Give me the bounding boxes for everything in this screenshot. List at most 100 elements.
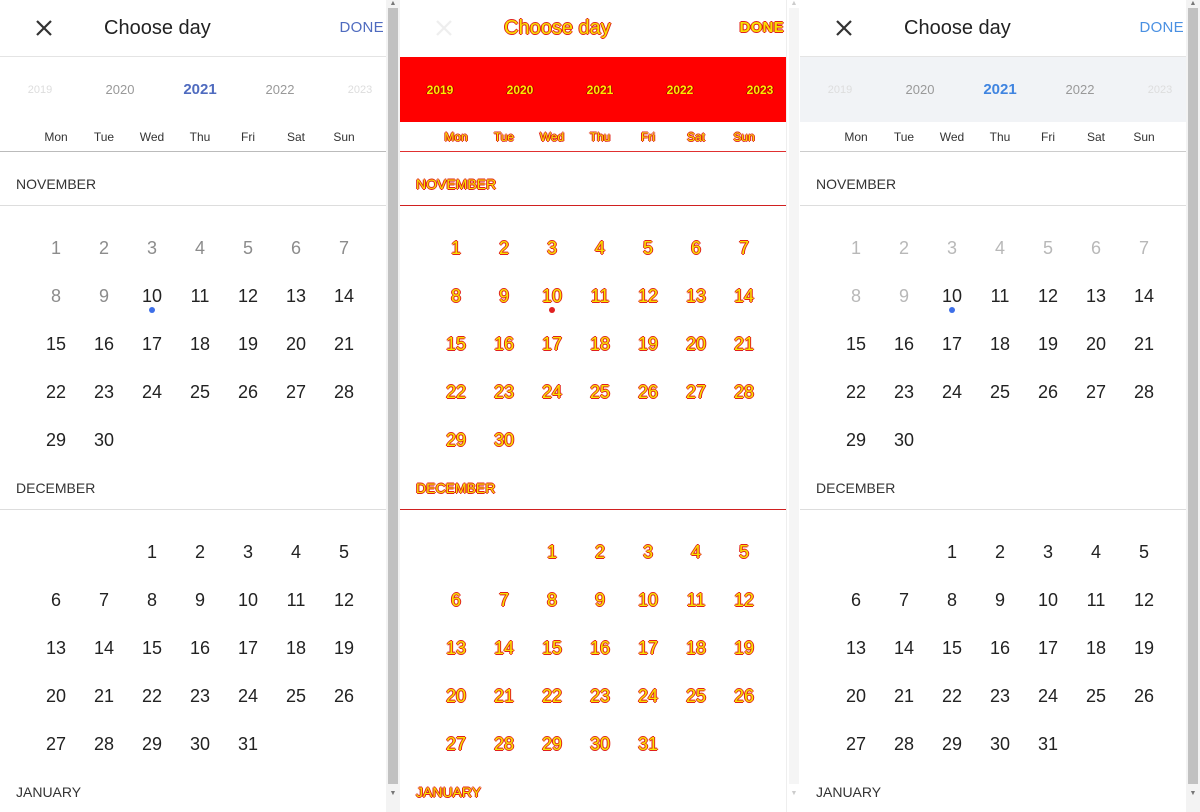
day-cell[interactable]: 23 — [884, 376, 924, 408]
year-option-2023[interactable]: 2023 — [330, 81, 390, 99]
day-cell[interactable]: 16 — [180, 632, 220, 664]
day-cell[interactable]: 24 — [1028, 680, 1068, 712]
day-cell[interactable]: 31 — [228, 728, 268, 760]
day-cell[interactable]: 2 — [580, 536, 620, 568]
day-cell[interactable]: 11 — [676, 584, 716, 616]
day-cell[interactable]: 28 — [84, 728, 124, 760]
day-cell[interactable]: 17 — [228, 632, 268, 664]
year-option-2022[interactable]: 2022 — [650, 81, 710, 99]
day-cell[interactable]: 21 — [1124, 328, 1164, 360]
day-cell[interactable]: 17 — [132, 328, 172, 360]
day-cell[interactable]: 6 — [36, 584, 76, 616]
day-cell[interactable]: 11 — [180, 280, 220, 312]
day-cell[interactable]: 19 — [324, 632, 364, 664]
day-cell[interactable]: 25 — [1076, 680, 1116, 712]
day-cell[interactable]: 26 — [724, 680, 764, 712]
day-cell[interactable]: 22 — [132, 680, 172, 712]
year-option-2021[interactable]: 2021 — [170, 81, 230, 99]
day-cell[interactable]: 25 — [180, 376, 220, 408]
day-cell[interactable]: 31 — [628, 728, 668, 760]
day-cell[interactable]: 25 — [276, 680, 316, 712]
day-cell[interactable]: 27 — [836, 728, 876, 760]
year-option-2023[interactable]: 2023 — [1130, 81, 1190, 99]
day-cell[interactable]: 7 — [884, 584, 924, 616]
day-cell[interactable]: 11 — [980, 280, 1020, 312]
year-option-2021[interactable]: 2021 — [970, 81, 1030, 99]
day-cell[interactable]: 16 — [484, 328, 524, 360]
scroll-up-arrow-icon[interactable]: ▲ — [386, 0, 400, 8]
day-cell[interactable]: 6 — [836, 584, 876, 616]
day-cell[interactable]: 15 — [532, 632, 572, 664]
day-cell[interactable]: 21 — [84, 680, 124, 712]
scroll-down-arrow-icon[interactable]: ▼ — [1186, 790, 1200, 798]
day-cell[interactable]: 27 — [36, 728, 76, 760]
day-cell[interactable]: 29 — [132, 728, 172, 760]
day-cell[interactable]: 4 — [676, 536, 716, 568]
day-cell[interactable]: 1 — [132, 536, 172, 568]
scrollbar[interactable]: ▲ ▼ — [386, 0, 400, 812]
day-cell[interactable]: 17 — [932, 328, 972, 360]
day-cell[interactable]: 26 — [1124, 680, 1164, 712]
day-cell[interactable]: 19 — [228, 328, 268, 360]
day-cell[interactable]: 12 — [724, 584, 764, 616]
day-cell[interactable]: 21 — [484, 680, 524, 712]
day-cell[interactable]: 26 — [1028, 376, 1068, 408]
day-cell[interactable]: 13 — [276, 280, 316, 312]
day-cell[interactable]: 10 — [628, 584, 668, 616]
day-cell[interactable]: 4 — [276, 536, 316, 568]
day-cell[interactable]: 22 — [932, 680, 972, 712]
day-cell[interactable]: 22 — [532, 680, 572, 712]
day-cell[interactable]: 18 — [676, 632, 716, 664]
day-cell[interactable]: 12 — [228, 280, 268, 312]
year-option-2021[interactable]: 2021 — [570, 81, 630, 99]
day-cell[interactable]: 3 — [628, 536, 668, 568]
day-cell[interactable]: 22 — [36, 376, 76, 408]
scroll-down-arrow-icon[interactable]: ▼ — [787, 790, 800, 798]
day-cell[interactable]: 12 — [324, 584, 364, 616]
year-option-2020[interactable]: 2020 — [890, 81, 950, 99]
day-cell[interactable]: 28 — [884, 728, 924, 760]
day-cell[interactable]: 5 — [724, 536, 764, 568]
day-cell[interactable]: 8 — [532, 584, 572, 616]
done-button[interactable]: DONE — [1139, 18, 1184, 38]
day-cell[interactable]: 21 — [724, 328, 764, 360]
day-cell[interactable]: 11 — [580, 280, 620, 312]
day-cell[interactable]: 21 — [884, 680, 924, 712]
day-cell[interactable]: 14 — [324, 280, 364, 312]
day-cell[interactable]: 14 — [484, 632, 524, 664]
day-cell[interactable]: 9 — [180, 584, 220, 616]
day-cell[interactable]: 30 — [580, 728, 620, 760]
day-cell[interactable]: 12 — [628, 280, 668, 312]
day-cell[interactable]: 19 — [628, 328, 668, 360]
scrollbar[interactable]: ▲ ▼ — [1186, 0, 1200, 812]
day-cell[interactable]: 24 — [628, 680, 668, 712]
day-cell[interactable]: 30 — [180, 728, 220, 760]
day-cell[interactable]: 17 — [628, 632, 668, 664]
day-cell[interactable]: 28 — [1124, 376, 1164, 408]
day-cell[interactable]: 26 — [228, 376, 268, 408]
day-cell[interactable]: 19 — [1028, 328, 1068, 360]
scroll-up-arrow-icon[interactable]: ▲ — [787, 0, 800, 8]
day-cell[interactable]: 22 — [836, 376, 876, 408]
day-cell[interactable]: 1 — [932, 536, 972, 568]
day-cell[interactable]: 13 — [836, 632, 876, 664]
year-option-2020[interactable]: 2020 — [90, 81, 150, 99]
day-cell[interactable]: 23 — [484, 376, 524, 408]
day-cell[interactable]: 28 — [724, 376, 764, 408]
day-cell[interactable]: 26 — [324, 680, 364, 712]
day-cell[interactable]: 13 — [436, 632, 476, 664]
day-cell[interactable]: 16 — [580, 632, 620, 664]
day-cell[interactable]: 30 — [484, 424, 524, 456]
day-cell[interactable]: 3 — [228, 536, 268, 568]
day-cell[interactable]: 20 — [436, 680, 476, 712]
day-cell[interactable]: 24 — [132, 376, 172, 408]
day-cell[interactable]: 28 — [324, 376, 364, 408]
day-cell[interactable]: 30 — [884, 424, 924, 456]
scroll-up-arrow-icon[interactable]: ▲ — [1186, 0, 1200, 8]
scrollbar-thumb[interactable] — [1188, 8, 1198, 784]
day-cell[interactable]: 25 — [980, 376, 1020, 408]
year-option-2022[interactable]: 2022 — [1050, 81, 1110, 99]
day-cell[interactable]: 20 — [36, 680, 76, 712]
day-cell[interactable]: 19 — [724, 632, 764, 664]
day-cell[interactable]: 14 — [1124, 280, 1164, 312]
